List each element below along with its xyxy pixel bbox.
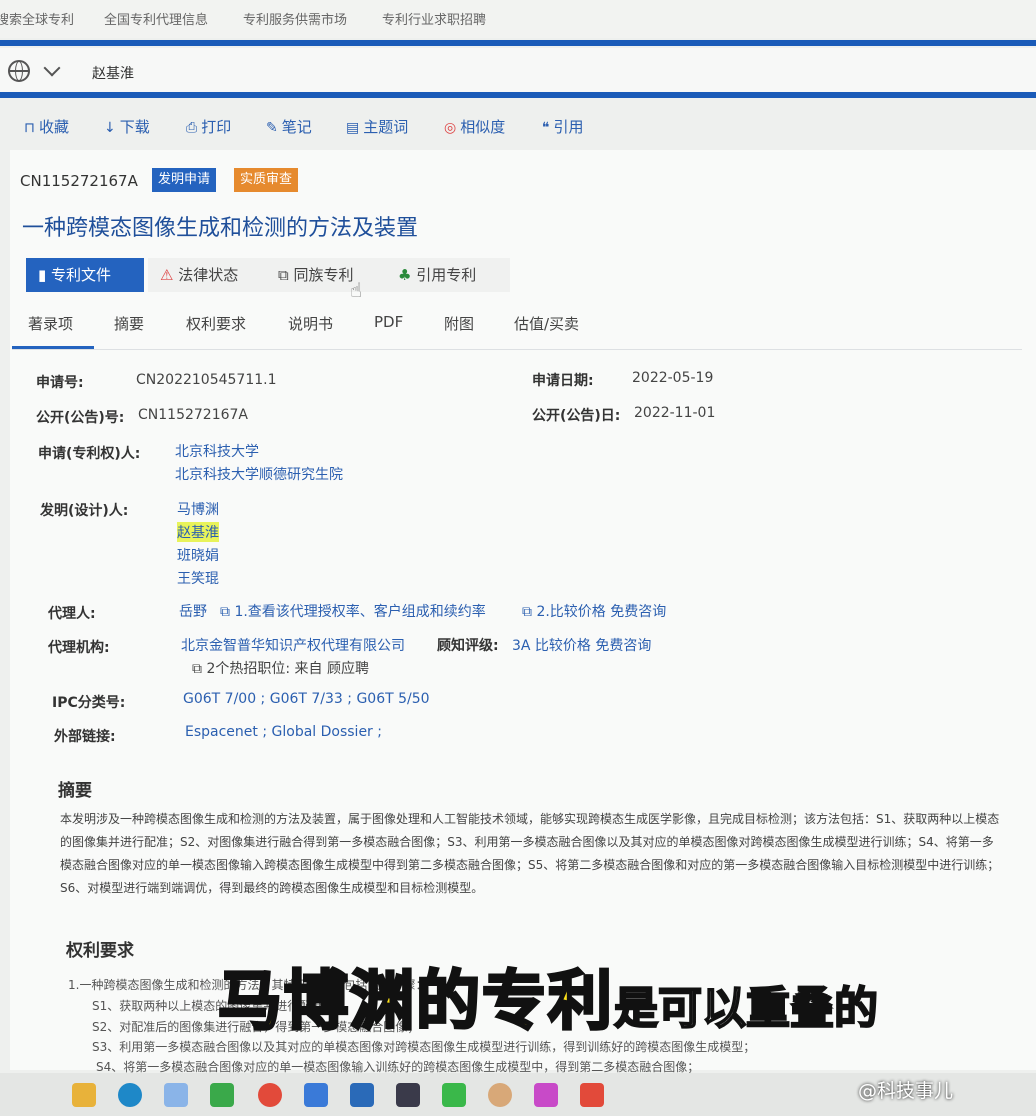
tab-cited[interactable]: ♣ 引用专利: [386, 258, 510, 292]
keywords-button[interactable]: ▤ 主题词: [346, 116, 408, 137]
patent-number: CN115272167A: [20, 172, 138, 190]
external-links-label: 外部链接:: [54, 729, 116, 745]
bookmark-icon: ⊓: [24, 120, 35, 136]
caption-rest: 是可以重叠的: [613, 982, 879, 1035]
rating-label: 顾知评级:: [437, 638, 499, 654]
top-nav: 搜索全球专利 全国专利代理信息 专利服务供需市场 专利行业求职招聘: [0, 0, 1036, 38]
agency-label: 代理机构:: [48, 640, 110, 656]
tab-abstract[interactable]: 摘要: [114, 313, 144, 334]
claims-heading: 权利要求: [66, 941, 134, 961]
family-icon: ⧉: [278, 266, 294, 284]
nav-search-global[interactable]: 搜索全球专利: [0, 9, 74, 28]
abstract-text: 本发明涉及一种跨模态图像生成和检测的方法及装置，属于图像处理和人工智能技术领域，…: [60, 812, 1000, 895]
app-icon[interactable]: [164, 1083, 188, 1107]
agent-link[interactable]: 岳野: [179, 601, 207, 621]
app-date-label: 申请日期:: [532, 373, 594, 389]
print-button[interactable]: ⎙ 打印: [186, 116, 231, 137]
external-link-icon: ⧉: [522, 604, 537, 620]
abstract-heading: 摘要: [58, 781, 92, 801]
tab-description[interactable]: 说明书: [288, 313, 333, 334]
app-icon[interactable]: [210, 1083, 234, 1107]
app-no-value: CN202210545711.1: [136, 372, 277, 388]
app-icon[interactable]: [396, 1083, 420, 1107]
pub-date-label: 公开(公告)日:: [532, 408, 621, 424]
download-icon: ↓: [104, 120, 116, 136]
video-caption: 马博渊的专利是可以重叠的: [217, 950, 880, 1042]
external-links[interactable]: Espacenet ; Global Dossier ;: [185, 724, 382, 740]
legal-icon: ⚠: [160, 266, 179, 284]
inventor-label: 发明(设计)人:: [40, 503, 129, 519]
inventor-link-4[interactable]: 王笑琨: [177, 568, 219, 588]
print-icon: ⎙: [186, 120, 198, 136]
agent-stats-link[interactable]: ⧉ 1.查看该代理授权率、客户组成和续约率: [220, 601, 486, 621]
pub-no-value: CN115272167A: [138, 407, 248, 423]
nav-service-market[interactable]: 专利服务供需市场: [243, 9, 347, 28]
app-date-value: 2022-05-19: [632, 370, 714, 386]
tab-patent-file[interactable]: ▮ 专利文件: [26, 258, 144, 292]
tab-pdf[interactable]: PDF: [374, 313, 403, 331]
tab-figures[interactable]: 附图: [444, 313, 474, 334]
patent-title: 一种跨模态图像生成和检测的方法及装置: [22, 216, 419, 241]
pub-date-value: 2022-11-01: [634, 405, 716, 421]
search-input[interactable]: 赵基淮: [92, 63, 134, 83]
tree-icon: ♣: [398, 266, 417, 284]
tab-valuation[interactable]: 估值/买卖: [514, 313, 579, 334]
notes-button[interactable]: ✎ 笔记: [266, 116, 312, 137]
search-bar[interactable]: [0, 48, 1036, 96]
agency-link[interactable]: 北京金智普华知识产权代理有限公司: [181, 635, 405, 655]
agent-price-link[interactable]: ⧉ 2.比较价格 免费咨询: [522, 601, 666, 621]
mouse-cursor-icon: ☝: [350, 278, 363, 302]
app-no-label: 申请号:: [36, 375, 84, 391]
type-badge: 发明申请: [152, 168, 217, 192]
inventor-link-3[interactable]: 班晓娟: [177, 545, 219, 565]
folder-icon[interactable]: [72, 1083, 96, 1107]
applicant-label: 申请(专利权)人:: [38, 446, 141, 462]
applicant-link-1[interactable]: 北京科技大学: [175, 441, 259, 461]
inventor-link-2-highlighted[interactable]: 赵基淮: [177, 522, 219, 542]
edge-browser-icon[interactable]: [118, 1083, 142, 1107]
tab-legal-status[interactable]: ⚠ 法律状态: [148, 258, 272, 292]
nav-agent-info[interactable]: 全国专利代理信息: [104, 9, 208, 28]
app-icon[interactable]: [534, 1083, 558, 1107]
pub-no-label: 公开(公告)号:: [36, 410, 125, 426]
download-button[interactable]: ↓ 下载: [104, 116, 150, 137]
favorite-button[interactable]: ⊓ 收藏: [24, 116, 69, 137]
search-border-bottom: [0, 92, 1036, 98]
ipc-label: IPC分类号:: [52, 695, 126, 711]
rating-link[interactable]: 3A 比较价格 免费咨询: [512, 635, 651, 655]
quote-icon: ❝: [542, 120, 550, 136]
app-icon[interactable]: [258, 1083, 282, 1107]
agent-label: 代理人:: [48, 606, 96, 622]
inventor-link-1[interactable]: 马博渊: [177, 499, 219, 519]
document-icon: ▮: [38, 266, 52, 284]
search-border-top: [0, 40, 1036, 46]
status-badge: 实质审查: [234, 168, 299, 192]
cite-button[interactable]: ❝ 引用: [542, 116, 584, 137]
wps-icon[interactable]: [580, 1083, 604, 1107]
app-icon[interactable]: [304, 1083, 328, 1107]
similarity-icon: ◎: [444, 120, 457, 136]
external-link-icon: ⧉: [220, 604, 235, 620]
weibo-watermark: @科技事儿: [858, 1080, 954, 1102]
caption-highlight: 马博渊的专利: [217, 964, 614, 1041]
tab-claims[interactable]: 权利要求: [186, 313, 246, 334]
nav-jobs[interactable]: 专利行业求职招聘: [382, 9, 486, 28]
wechat-icon[interactable]: [442, 1083, 466, 1107]
applicant-link-2[interactable]: 北京科技大学顺德研究生院: [175, 464, 343, 484]
note-icon: ✎: [266, 120, 278, 136]
tab-family[interactable]: ⧉ 同族专利: [266, 258, 390, 292]
divider: [12, 349, 1022, 350]
globe-icon[interactable]: [8, 60, 30, 82]
external-link-icon: ⧉: [192, 661, 207, 677]
ipc-links[interactable]: G06T 7/00 ; G06T 7/33 ; G06T 5/50: [183, 691, 430, 707]
app-icon[interactable]: [488, 1083, 512, 1107]
app-icon[interactable]: [350, 1083, 374, 1107]
keywords-icon: ▤: [346, 120, 360, 136]
tab-biblio[interactable]: 著录项: [28, 313, 73, 334]
jobs-link[interactable]: ⧉ 2个热招职位: 来自 顾应聘: [192, 658, 369, 678]
similarity-button[interactable]: ◎ 相似度: [444, 116, 505, 137]
